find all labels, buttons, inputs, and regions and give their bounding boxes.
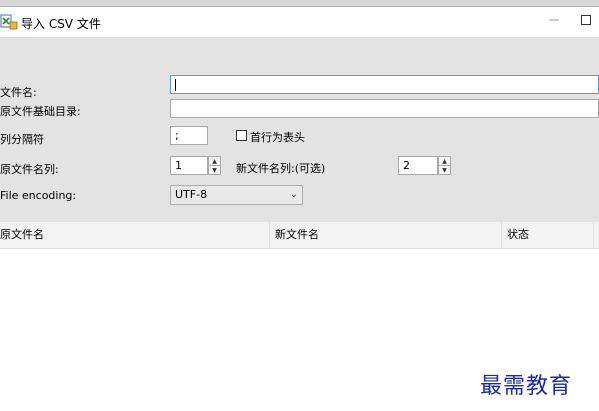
new-col-label: 新文件名列:(可选) bbox=[236, 162, 326, 175]
maximize-button[interactable] bbox=[573, 10, 599, 32]
separator-input[interactable]: ; bbox=[170, 126, 208, 145]
maximize-icon bbox=[581, 14, 591, 28]
spin-down-icon[interactable]: ▼ bbox=[439, 166, 450, 174]
column-header-status[interactable]: 状态 bbox=[502, 222, 594, 248]
new-col-stepper[interactable]: 2 bbox=[398, 156, 438, 175]
encoding-select[interactable]: UTF-8 ⌄ bbox=[170, 185, 303, 205]
encoding-label: File encoding: bbox=[0, 189, 77, 202]
column-header-new-file[interactable]: 新文件名 bbox=[270, 222, 502, 248]
source-col-label: 原文件名列: bbox=[0, 163, 59, 176]
window-title: 导入 CSV 文件 bbox=[21, 17, 101, 31]
source-col-spin-buttons[interactable]: ▲ ▼ bbox=[208, 156, 221, 175]
source-dir-input[interactable] bbox=[170, 99, 599, 118]
encoding-value: UTF-8 bbox=[175, 188, 208, 201]
filename-label: 文件名: bbox=[0, 86, 37, 99]
watermark-text: 最需教育 bbox=[480, 374, 573, 399]
chevron-down-icon: ⌄ bbox=[289, 189, 298, 200]
minimize-button[interactable] bbox=[541, 10, 567, 32]
first-row-header-checkbox[interactable] bbox=[236, 130, 247, 141]
title-bar: 导入 CSV 文件 bbox=[0, 7, 599, 37]
new-col-spin-buttons[interactable]: ▲ ▼ bbox=[438, 156, 451, 175]
text-caret bbox=[175, 79, 176, 91]
first-row-header-label: 首行为表头 bbox=[250, 131, 305, 144]
separator-label: 列分隔符 bbox=[0, 133, 44, 146]
background-toolbar-strip bbox=[0, 0, 599, 7]
import-form: 文件名: 原文件基础目录: 列分隔符 ; 首行为表头 原文件名列: 1 ▲ ▼ … bbox=[0, 37, 599, 222]
source-dir-label: 原文件基础目录: bbox=[0, 105, 81, 118]
csv-app-icon bbox=[0, 14, 18, 30]
spin-down-icon[interactable]: ▼ bbox=[209, 166, 220, 174]
grid-header: 原文件名 新文件名 状态 bbox=[0, 222, 599, 249]
minimize-icon bbox=[549, 15, 559, 28]
spin-up-icon[interactable]: ▲ bbox=[439, 157, 450, 166]
column-header-source-file[interactable]: 原文件名 bbox=[0, 222, 270, 248]
filename-input[interactable] bbox=[170, 75, 599, 94]
spin-up-icon[interactable]: ▲ bbox=[209, 157, 220, 166]
source-col-stepper[interactable]: 1 bbox=[170, 156, 208, 175]
